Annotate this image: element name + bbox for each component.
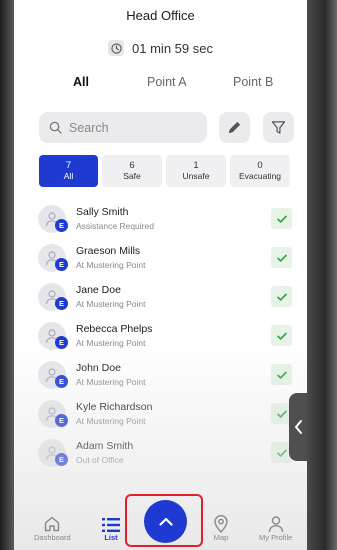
check-icon[interactable] bbox=[271, 325, 292, 346]
person-name: Sally Smith bbox=[76, 206, 129, 218]
device-frame-right bbox=[307, 0, 337, 550]
tab-all[interactable]: All bbox=[73, 75, 89, 89]
chevron-left-icon bbox=[294, 419, 303, 435]
person-status: At Mustering Point bbox=[76, 377, 146, 387]
filter-evacuating[interactable]: 0 Evacuating bbox=[230, 155, 290, 187]
person-status: At Mustering Point bbox=[76, 260, 146, 270]
person-name: Graeson Mills bbox=[76, 245, 141, 257]
filter-button[interactable] bbox=[263, 112, 294, 143]
clock-icon bbox=[108, 40, 125, 56]
filter-icon bbox=[271, 120, 286, 135]
nav-my-profile[interactable]: My Profile bbox=[259, 511, 292, 542]
list-item[interactable]: E Graeson Mills At Mustering Point bbox=[36, 238, 298, 277]
list-item[interactable]: E John Doe At Mustering Point bbox=[36, 355, 298, 394]
filter-count: 0 bbox=[257, 160, 263, 171]
role-badge: E bbox=[55, 453, 68, 466]
person-status: At Mustering Point bbox=[76, 416, 146, 426]
role-badge: E bbox=[55, 219, 68, 232]
check-icon[interactable] bbox=[271, 208, 292, 229]
check-icon[interactable] bbox=[271, 286, 292, 307]
drawer-handle[interactable] bbox=[289, 393, 307, 461]
person-name: John Doe bbox=[76, 362, 121, 374]
role-badge: E bbox=[55, 336, 68, 349]
app-screen: Head Office 01 min 59 sec All Point A Po… bbox=[14, 0, 307, 550]
nav-label: Dashboard bbox=[34, 533, 71, 542]
nav-label: Map bbox=[213, 533, 229, 542]
person-name: Jane Doe bbox=[76, 284, 121, 296]
edit-button[interactable] bbox=[219, 112, 250, 143]
list-item[interactable]: E Adam Smith Out of Office bbox=[36, 433, 298, 472]
person-status: Assistance Required bbox=[76, 221, 154, 231]
check-icon[interactable] bbox=[271, 364, 292, 385]
role-badge: E bbox=[55, 297, 68, 310]
person-name: Kyle Richardson bbox=[76, 401, 153, 413]
filter-count: 1 bbox=[193, 160, 199, 171]
people-list: E Sally Smith Assistance Required E Grae… bbox=[36, 199, 298, 472]
list-item[interactable]: E Kyle Richardson At Mustering Point bbox=[36, 394, 298, 433]
pencil-icon bbox=[227, 120, 242, 135]
map-pin-icon bbox=[213, 511, 229, 533]
filter-label: Unsafe bbox=[182, 171, 210, 181]
nav-map[interactable]: Map bbox=[213, 511, 229, 542]
filter-label: Safe bbox=[123, 171, 141, 181]
user-icon bbox=[267, 511, 285, 533]
person-name: Rebecca Phelps bbox=[76, 323, 153, 335]
list-item[interactable]: E Jane Doe At Mustering Point bbox=[36, 277, 298, 316]
device-frame-left bbox=[0, 0, 14, 550]
person-status: Out of Office bbox=[76, 455, 124, 465]
nav-list[interactable]: List bbox=[102, 511, 120, 542]
annotation-highlight-box bbox=[125, 494, 203, 547]
filter-count: 6 bbox=[129, 160, 135, 171]
person-name: Adam Smith bbox=[76, 440, 134, 452]
status-filters: 7 All 6 Safe 1 Unsafe 0 Evacuating bbox=[39, 155, 290, 187]
person-status: At Mustering Point bbox=[76, 299, 146, 309]
role-badge: E bbox=[55, 258, 68, 271]
tab-point-b[interactable]: Point B bbox=[233, 75, 273, 89]
list-item[interactable]: E Sally Smith Assistance Required bbox=[36, 199, 298, 238]
page-title: Head Office bbox=[126, 8, 195, 23]
search-input[interactable]: Search bbox=[39, 112, 207, 143]
search-placeholder: Search bbox=[69, 120, 109, 135]
filter-unsafe[interactable]: 1 Unsafe bbox=[166, 155, 226, 187]
list-item[interactable]: E Rebecca Phelps At Mustering Point bbox=[36, 316, 298, 355]
nav-label: List bbox=[104, 533, 118, 542]
evacuation-timer: 01 min 59 sec bbox=[14, 40, 307, 56]
person-status: At Mustering Point bbox=[76, 338, 146, 348]
filter-label: All bbox=[63, 171, 74, 181]
nav-dashboard[interactable]: Dashboard bbox=[34, 511, 71, 542]
filter-label: Evacuating bbox=[238, 171, 282, 181]
tab-point-a[interactable]: Point A bbox=[147, 75, 187, 89]
filter-all[interactable]: 7 All bbox=[39, 155, 98, 187]
list-icon bbox=[102, 511, 120, 533]
role-badge: E bbox=[55, 414, 68, 427]
filter-safe[interactable]: 6 Safe bbox=[102, 155, 162, 187]
filter-count: 7 bbox=[65, 160, 72, 171]
check-icon[interactable] bbox=[271, 247, 292, 268]
search-icon bbox=[49, 121, 62, 134]
role-badge: E bbox=[55, 375, 68, 388]
nav-label: My Profile bbox=[259, 533, 293, 542]
timer-value: 01 min 59 sec bbox=[132, 40, 213, 56]
home-icon bbox=[43, 511, 61, 533]
